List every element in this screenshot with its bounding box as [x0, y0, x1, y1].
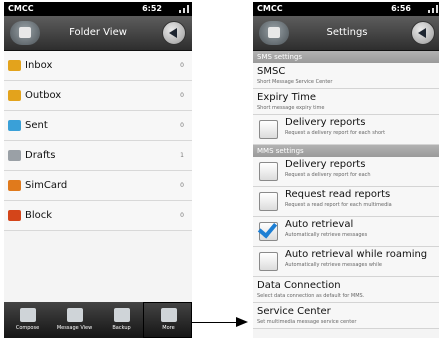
settings-list: SMS settings SMSC Short Message Service …	[253, 51, 439, 329]
folder-count: 0	[180, 212, 184, 219]
folder-row-simcard[interactable]: SimCard 0	[4, 171, 192, 201]
folder-count: 0	[180, 182, 184, 189]
signal-icon	[428, 5, 438, 13]
status-bar: CMCC 6:56	[253, 2, 439, 16]
setting-subtitle: Request a delivery report for each short	[285, 130, 386, 136]
status-time: 6:56	[391, 4, 411, 13]
drafts-folder-icon	[8, 150, 21, 161]
status-time: 6:52	[142, 4, 162, 13]
status-bar: CMCC 6:52	[4, 2, 192, 16]
sms-delivery-reports-setting[interactable]: Delivery reports Request a delivery repo…	[253, 115, 439, 145]
setting-subtitle: Short Message Service Center	[257, 79, 333, 85]
folder-count: 1	[180, 152, 184, 159]
setting-title: Delivery reports	[285, 117, 366, 128]
expiry-time-setting[interactable]: Expiry Time Short message expiry time	[253, 89, 439, 115]
compose-tab[interactable]: Compose	[4, 302, 51, 338]
mms-settings-header: MMS settings	[253, 145, 439, 157]
simcard-folder-icon	[8, 180, 21, 191]
setting-title: Delivery reports	[285, 159, 366, 170]
title-bar: Settings	[253, 16, 439, 51]
arrow-head-icon	[236, 317, 248, 327]
list-icon	[66, 308, 83, 322]
outbox-folder-icon	[8, 90, 21, 101]
folder-name: Outbox	[25, 90, 62, 101]
back-button[interactable]	[162, 21, 186, 45]
auto-retrieval-setting[interactable]: Auto retrieval Automatically retrieve me…	[253, 217, 439, 247]
folder-row-drafts[interactable]: Drafts 1	[4, 141, 192, 171]
folder-row-inbox[interactable]: Inbox 0	[4, 51, 192, 81]
setting-subtitle: Request a read report for each multimedi…	[285, 202, 392, 208]
backup-icon	[113, 308, 130, 322]
folder-count: 0	[180, 122, 184, 129]
setting-title: Data Connection	[257, 280, 341, 291]
setting-title: SMSC	[257, 66, 286, 77]
setting-subtitle: Select data connection as default for MM…	[257, 293, 365, 299]
checkbox-checked[interactable]	[259, 222, 278, 241]
folder-name: Inbox	[25, 60, 53, 71]
request-read-reports-setting[interactable]: Request read reports Request a read repo…	[253, 187, 439, 217]
tab-label: Compose	[15, 325, 40, 331]
signal-icon	[179, 5, 189, 13]
folder-list: Inbox 0 Outbox 0 Sent 0 Drafts 1 SimCard…	[4, 51, 192, 231]
folder-name: Drafts	[25, 150, 56, 161]
inbox-folder-icon	[8, 60, 21, 71]
tab-label: Backup	[112, 325, 131, 331]
carrier-label: CMCC	[257, 4, 283, 13]
block-folder-icon	[8, 210, 21, 221]
folder-view-screen: CMCC 6:52 Folder View Inbox 0 Outbox 0 S…	[4, 2, 192, 338]
folder-count: 0	[180, 62, 184, 69]
carrier-label: CMCC	[8, 4, 34, 13]
setting-title: Request read reports	[285, 189, 391, 200]
arrow-line	[192, 322, 236, 323]
checkbox[interactable]	[259, 252, 278, 271]
folder-name: Sent	[25, 120, 48, 131]
data-connection-setting[interactable]: Data Connection Select data connection a…	[253, 277, 439, 303]
setting-subtitle: Short message expiry time	[257, 105, 325, 111]
settings-screen: CMCC 6:56 Settings SMS settings SMSC Sho…	[253, 2, 439, 338]
setting-title: Expiry Time	[257, 92, 317, 103]
smsc-setting[interactable]: SMSC Short Message Service Center	[253, 63, 439, 89]
setting-subtitle: Request a delivery report for each	[285, 172, 371, 178]
folder-name: Block	[25, 210, 53, 221]
folder-count: 0	[180, 92, 184, 99]
checkbox[interactable]	[259, 120, 278, 139]
folder-name: SimCard	[25, 180, 68, 191]
mms-delivery-reports-setting[interactable]: Delivery reports Request a delivery repo…	[253, 157, 439, 187]
setting-subtitle: Set multimedia message service center	[257, 319, 357, 325]
setting-subtitle: Automatically retrieve messages	[285, 232, 368, 238]
backup-tab[interactable]: Backup	[98, 302, 145, 338]
checkbox[interactable]	[259, 192, 278, 211]
setting-title: Auto retrieval	[285, 219, 354, 230]
setting-title: Service Center	[257, 306, 331, 317]
folder-row-sent[interactable]: Sent 0	[4, 111, 192, 141]
title-bar: Folder View	[4, 16, 192, 51]
back-button[interactable]	[411, 21, 435, 45]
checkbox[interactable]	[259, 162, 278, 181]
sent-folder-icon	[8, 120, 21, 131]
sms-settings-header: SMS settings	[253, 51, 439, 63]
tab-label: Message View	[56, 325, 93, 331]
setting-subtitle: Automatically retrieve messages while	[285, 262, 382, 268]
folder-row-block[interactable]: Block 0	[4, 201, 192, 231]
more-highlight-box	[143, 302, 192, 338]
auto-retrieval-roaming-setting[interactable]: Auto retrieval while roaming Automatical…	[253, 247, 439, 277]
message-view-tab[interactable]: Message View	[51, 302, 98, 338]
compose-icon	[19, 308, 36, 322]
setting-title: Auto retrieval while roaming	[285, 249, 428, 260]
folder-row-outbox[interactable]: Outbox 0	[4, 81, 192, 111]
service-center-setting[interactable]: Service Center Set multimedia message se…	[253, 303, 439, 329]
